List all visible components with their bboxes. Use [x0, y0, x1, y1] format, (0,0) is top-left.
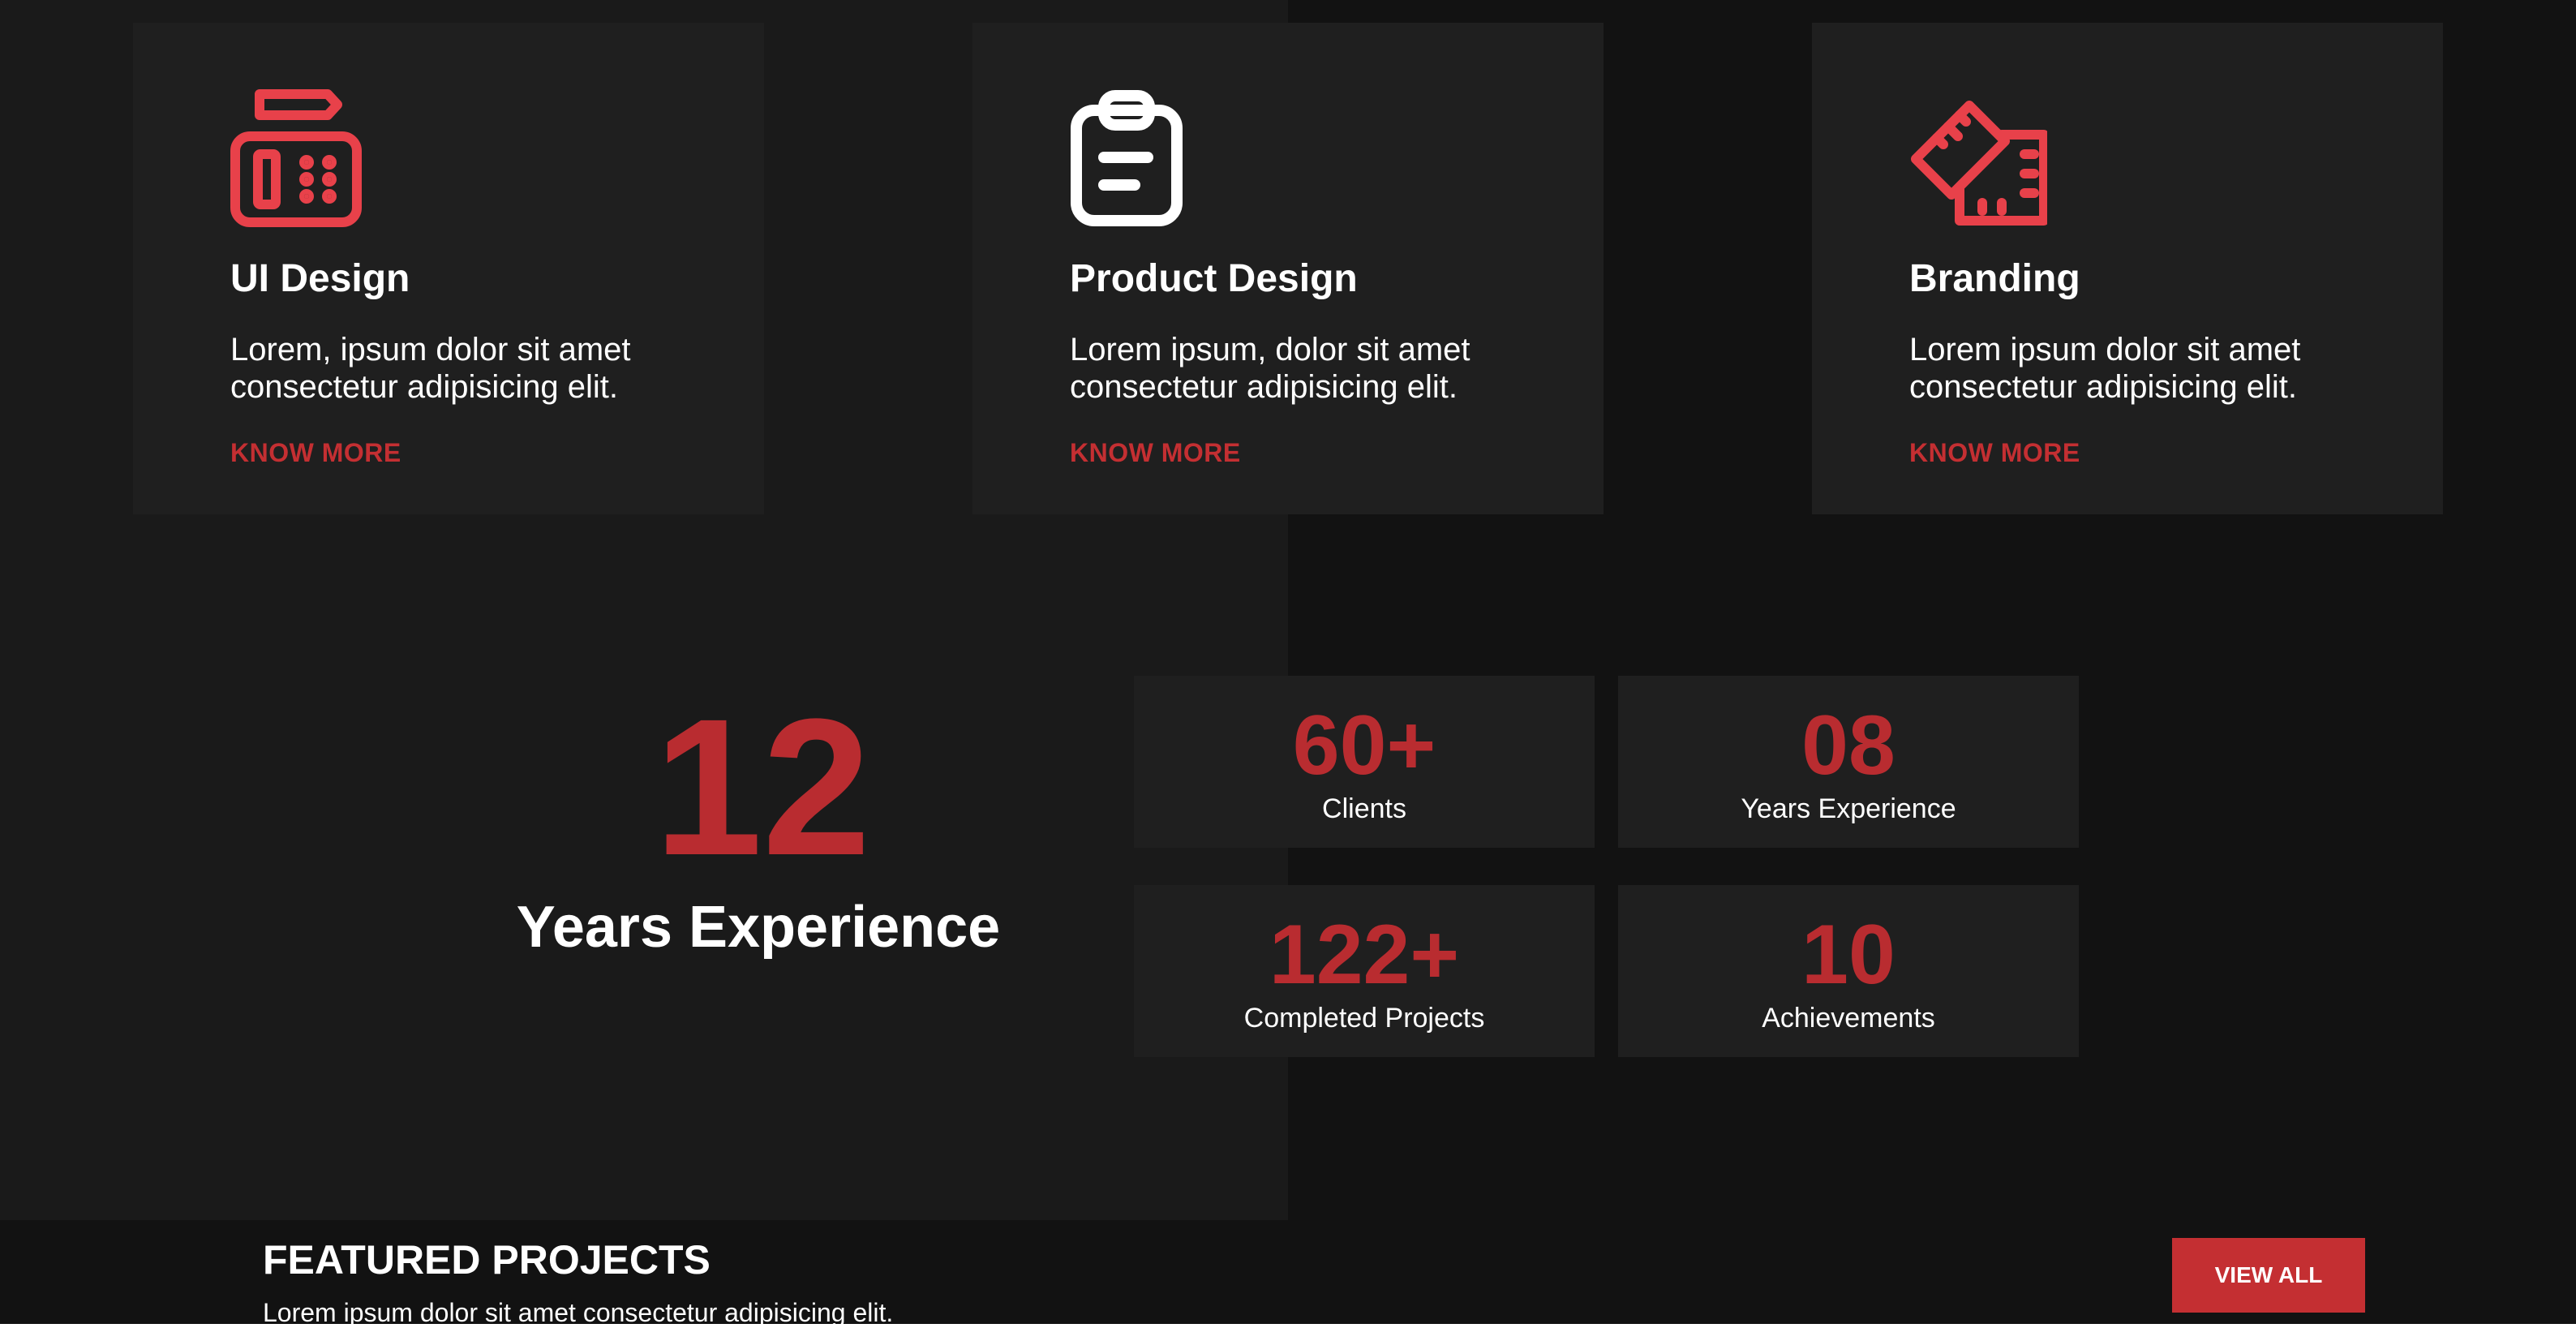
stat-value: 08: [1801, 698, 1896, 793]
service-title: Product Design: [1070, 257, 1358, 300]
stat-value: 60+: [1292, 698, 1436, 793]
ui-design-icon: [230, 89, 368, 227]
know-more-link[interactable]: KNOW MORE: [1070, 438, 1241, 468]
service-card-branding: Branding Lorem ipsum dolor sit amet cons…: [1812, 23, 2443, 514]
clipboard-icon: [1070, 89, 1208, 227]
stat-value: 10: [1801, 908, 1896, 1002]
stat-box-years: 08 Years Experience: [1618, 676, 2079, 848]
stat-box-projects: 122+ Completed Projects: [1134, 885, 1595, 1057]
service-description: Lorem ipsum dolor sit amet consectetur a…: [1909, 332, 2301, 405]
featured-title: FEATURED PROJECTS: [263, 1237, 711, 1283]
stat-value: 122+: [1269, 908, 1460, 1002]
experience-number: 12: [654, 678, 871, 896]
know-more-link[interactable]: KNOW MORE: [230, 438, 401, 468]
service-card-ui-design: UI Design Lorem, ipsum dolor sit amet co…: [133, 23, 764, 514]
service-description: Lorem ipsum, dolor sit amet consectetur …: [1070, 332, 1470, 405]
service-card-product-design: Product Design Lorem ipsum, dolor sit am…: [972, 23, 1604, 514]
service-title: UI Design: [230, 257, 410, 300]
stat-label: Achievements: [1762, 1003, 1935, 1034]
stat-label: Years Experience: [1741, 793, 1956, 824]
ruler-icon: [1909, 89, 2049, 227]
service-title: Branding: [1909, 257, 2080, 300]
featured-projects-section: FEATURED PROJECTS Lorem ipsum dolor sit …: [0, 1220, 2576, 1327]
know-more-link[interactable]: KNOW MORE: [1909, 438, 2080, 468]
service-description: Lorem, ipsum dolor sit amet consectetur …: [230, 332, 631, 405]
featured-subtitle: Lorem ipsum dolor sit amet consectetur a…: [263, 1298, 894, 1327]
stat-box-clients: 60+ Clients: [1134, 676, 1595, 848]
stat-box-achievements: 10 Achievements: [1618, 885, 2079, 1057]
stat-label: Completed Projects: [1243, 1003, 1485, 1034]
experience-label: Years Experience: [516, 895, 1001, 960]
stat-label: Clients: [1322, 793, 1406, 824]
view-all-button[interactable]: VIEW ALL: [2172, 1238, 2365, 1313]
